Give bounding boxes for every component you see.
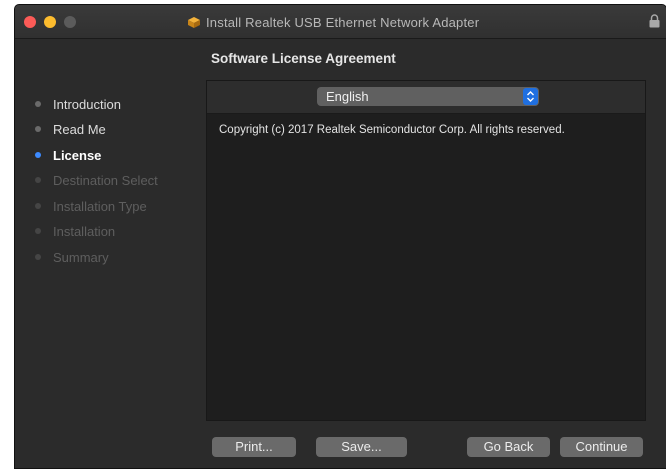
installer-window: Install Realtek USB Ethernet Network Ada…: [14, 4, 666, 469]
save-button[interactable]: Save...: [316, 437, 407, 457]
step-label: License: [53, 147, 102, 163]
step-summary: Summary: [35, 248, 109, 266]
print-button[interactable]: Print...: [212, 437, 296, 457]
page-title: Software License Agreement: [211, 51, 396, 66]
step-label: Installation Type: [53, 198, 147, 214]
language-popup[interactable]: English: [317, 87, 539, 106]
go-back-button[interactable]: Go Back: [467, 437, 550, 457]
step-bullet-icon: [35, 254, 41, 260]
step-bullet-icon: [35, 126, 41, 132]
license-panel: English Copyright (c) 2017 Realtek Semic…: [206, 80, 646, 421]
language-selected-value: English: [326, 89, 369, 104]
language-bar: English: [207, 81, 645, 114]
step-introduction: Introduction: [35, 95, 121, 113]
step-label: Read Me: [53, 121, 106, 137]
step-bullet-icon: [35, 152, 41, 158]
step-bullet-icon: [35, 228, 41, 234]
step-read-me: Read Me: [35, 120, 106, 138]
step-installation: Installation: [35, 222, 115, 240]
step-bullet-icon: [35, 203, 41, 209]
step-label: Installation: [53, 223, 116, 239]
continue-button[interactable]: Continue: [560, 437, 643, 457]
window-title-group: Install Realtek USB Ethernet Network Ada…: [187, 13, 479, 31]
step-bullet-icon: [35, 101, 41, 107]
window-title: Install Realtek USB Ethernet Network Ada…: [206, 14, 480, 30]
step-installation-type: Installation Type: [35, 197, 147, 215]
license-text: Copyright (c) 2017 Realtek Semiconductor…: [219, 124, 565, 136]
step-destination-select: Destination Select: [35, 171, 158, 189]
installer-steps-sidebar: Introduction Read Me License Destination…: [15, 5, 205, 468]
step-license: License: [35, 146, 101, 164]
step-label: Introduction: [53, 96, 121, 112]
step-label: Summary: [53, 249, 109, 265]
popup-arrows-icon[interactable]: [523, 88, 538, 105]
lock-icon: [649, 14, 660, 28]
step-label: Destination Select: [53, 172, 158, 188]
step-bullet-icon: [35, 177, 41, 183]
